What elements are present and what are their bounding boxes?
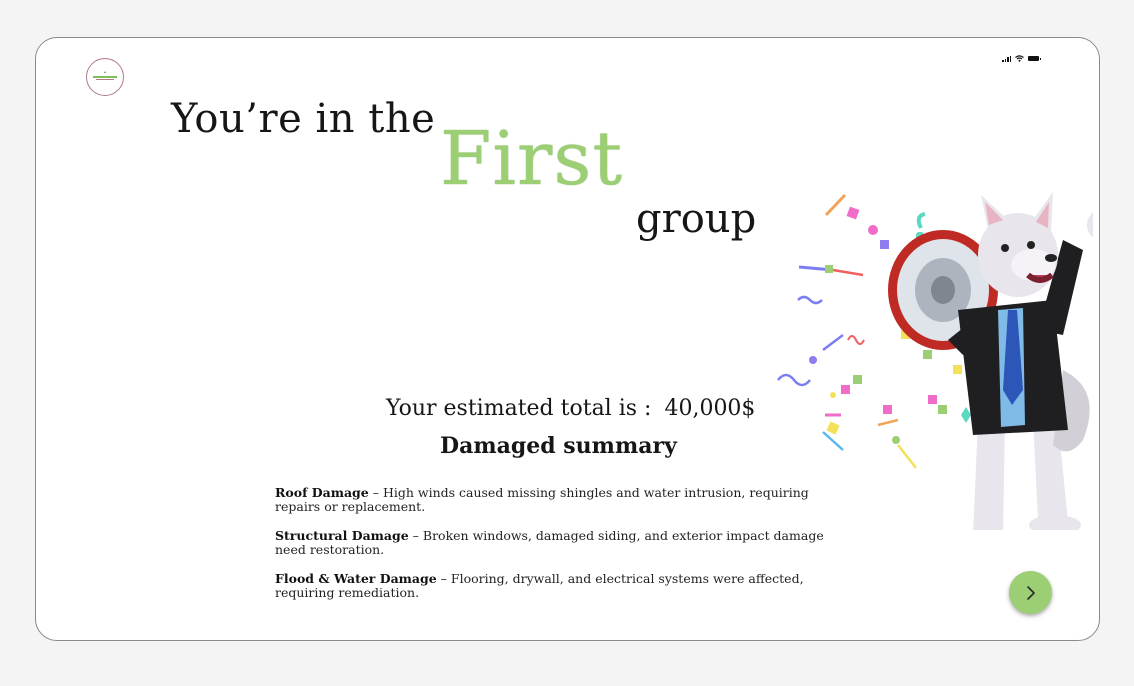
damage-item-roof: Roof Damage – High winds caused missing …	[275, 486, 835, 514]
hero-line-1: You’re in the	[171, 96, 436, 142]
next-button[interactable]	[1009, 571, 1052, 614]
damage-item-title: Flood & Water Damage	[275, 571, 437, 586]
estimate-amount: 40,000$	[664, 396, 756, 421]
chevron-right-icon	[1026, 585, 1035, 600]
estimate-total: Your estimated total is : 40,000$	[386, 396, 755, 421]
hero-group-name: First	[440, 116, 624, 202]
damage-item-flood: Flood & Water Damage – Flooring, drywall…	[275, 572, 835, 600]
damage-list: Roof Damage – High winds caused missing …	[275, 486, 835, 615]
damage-item-title: Structural Damage	[275, 528, 409, 543]
app-frame: You’re in the First group Your estimated…	[35, 37, 1100, 641]
wolf-mascot-illustration	[777, 192, 1093, 530]
battery-icon	[1028, 56, 1041, 61]
logo-icon	[93, 71, 117, 80]
damage-item-title: Roof Damage	[275, 485, 369, 500]
damage-item-structural: Structural Damage – Broken windows, dama…	[275, 529, 835, 557]
summary-title: Damaged summary	[440, 433, 677, 459]
status-bar	[1002, 55, 1041, 62]
estimate-label: Your estimated total is :	[386, 396, 652, 421]
cellular-signal-icon	[1002, 55, 1011, 62]
wifi-icon	[1015, 55, 1024, 62]
brand-logo[interactable]	[86, 58, 124, 96]
